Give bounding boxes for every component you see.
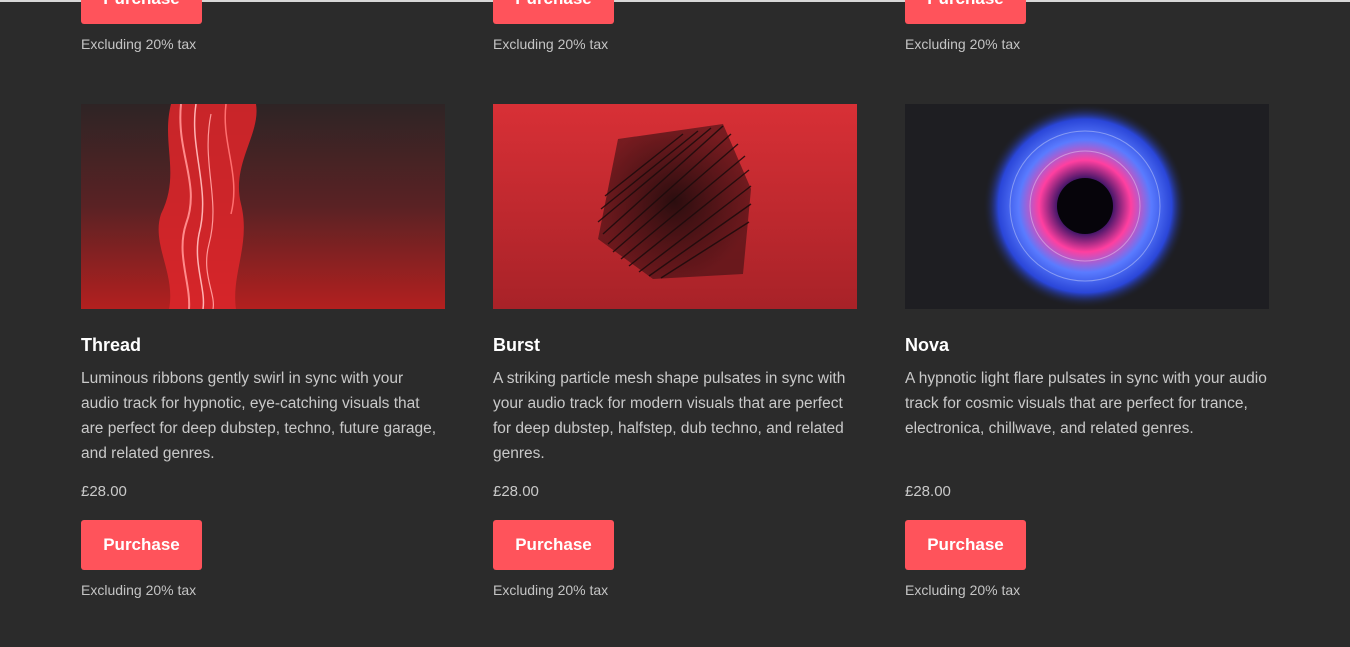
product-description: A hypnotic light flare pulsates in sync … (905, 370, 1267, 437)
burst-thumbnail[interactable] (493, 104, 857, 309)
product-description: A striking particle mesh shape pulsates … (493, 370, 846, 462)
previous-purchase-button[interactable]: Purchase (81, 0, 202, 24)
tax-note: Excluding 20% tax (493, 582, 609, 598)
purchase-button[interactable]: Purchase (905, 520, 1026, 570)
product-price: £28.00 (493, 483, 539, 500)
product-card-burst: Purchase Excluding 20% tax (493, 0, 857, 647)
product-card-thread: Purchase Excluding 20% tax Thread Lumino… (81, 0, 445, 647)
tax-note: Excluding 20% tax (81, 582, 197, 598)
previous-purchase-button[interactable]: Purchase (493, 0, 614, 24)
nova-thumbnail[interactable] (905, 104, 1269, 309)
product-price: £28.00 (81, 483, 127, 500)
product-title[interactable]: Thread (81, 335, 141, 356)
purchase-button[interactable]: Purchase (81, 520, 202, 570)
previous-tax-note: Excluding 20% tax (905, 36, 1021, 52)
product-price: £28.00 (905, 483, 951, 500)
previous-tax-note: Excluding 20% tax (81, 36, 197, 52)
product-title[interactable]: Nova (905, 335, 949, 356)
purchase-button[interactable]: Purchase (493, 520, 614, 570)
thread-thumbnail[interactable] (81, 104, 445, 309)
tax-note: Excluding 20% tax (905, 582, 1021, 598)
product-card-nova: Purchase Excluding 20% tax No (905, 0, 1269, 647)
product-description: Luminous ribbons gently swirl in sync wi… (81, 370, 437, 462)
previous-purchase-button[interactable]: Purchase (905, 0, 1026, 24)
previous-tax-note: Excluding 20% tax (493, 36, 609, 52)
product-title[interactable]: Burst (493, 335, 540, 356)
